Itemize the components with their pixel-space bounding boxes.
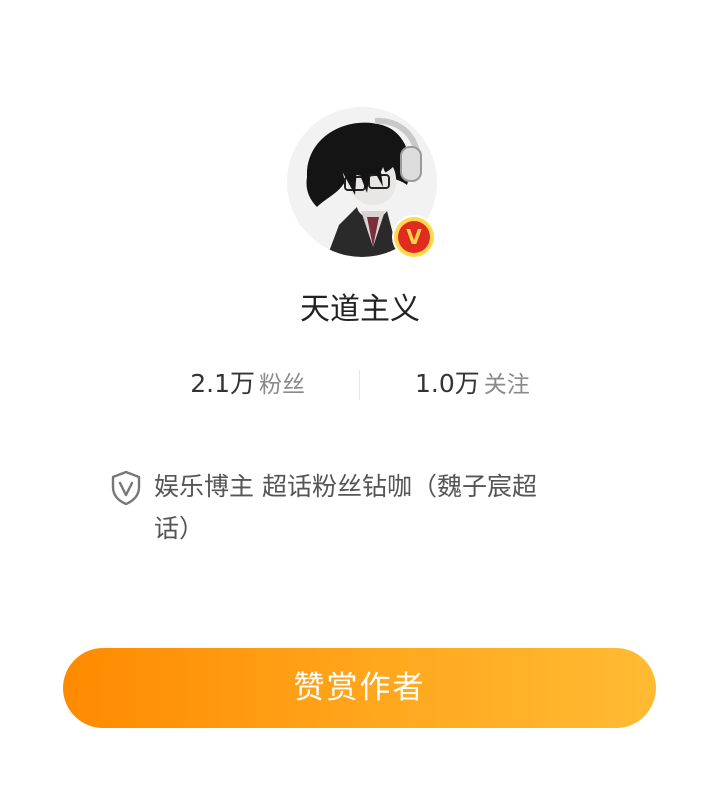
avatar-container[interactable]: V xyxy=(287,107,437,257)
verification-text: 娱乐博主 超话粉丝钻咖（魏子宸超话） xyxy=(154,472,537,543)
reward-author-button[interactable]: 赞赏作者 xyxy=(63,648,656,728)
following-count: 1.0万 xyxy=(415,369,480,398)
stats-divider xyxy=(359,370,360,400)
stats-row: 2.1万 粉丝 1.0万 关注 xyxy=(0,362,720,406)
fans-stat[interactable]: 2.1万 粉丝 xyxy=(190,362,305,406)
following-label: 关注 xyxy=(483,372,530,398)
username[interactable]: 天道主义 xyxy=(0,287,720,333)
author-profile-card: V 天道主义 2.1万 粉丝 1.0万 关注 娱乐博主 超话粉丝钻咖（魏子宸超话） … xyxy=(0,0,720,797)
verified-badge-icon: V xyxy=(394,217,434,257)
shield-v-icon xyxy=(111,470,141,506)
fans-count: 2.1万 xyxy=(190,369,255,398)
fans-label: 粉丝 xyxy=(259,372,305,398)
verified-badge-letter: V xyxy=(398,221,430,253)
following-stat[interactable]: 1.0万 关注 xyxy=(415,362,530,406)
